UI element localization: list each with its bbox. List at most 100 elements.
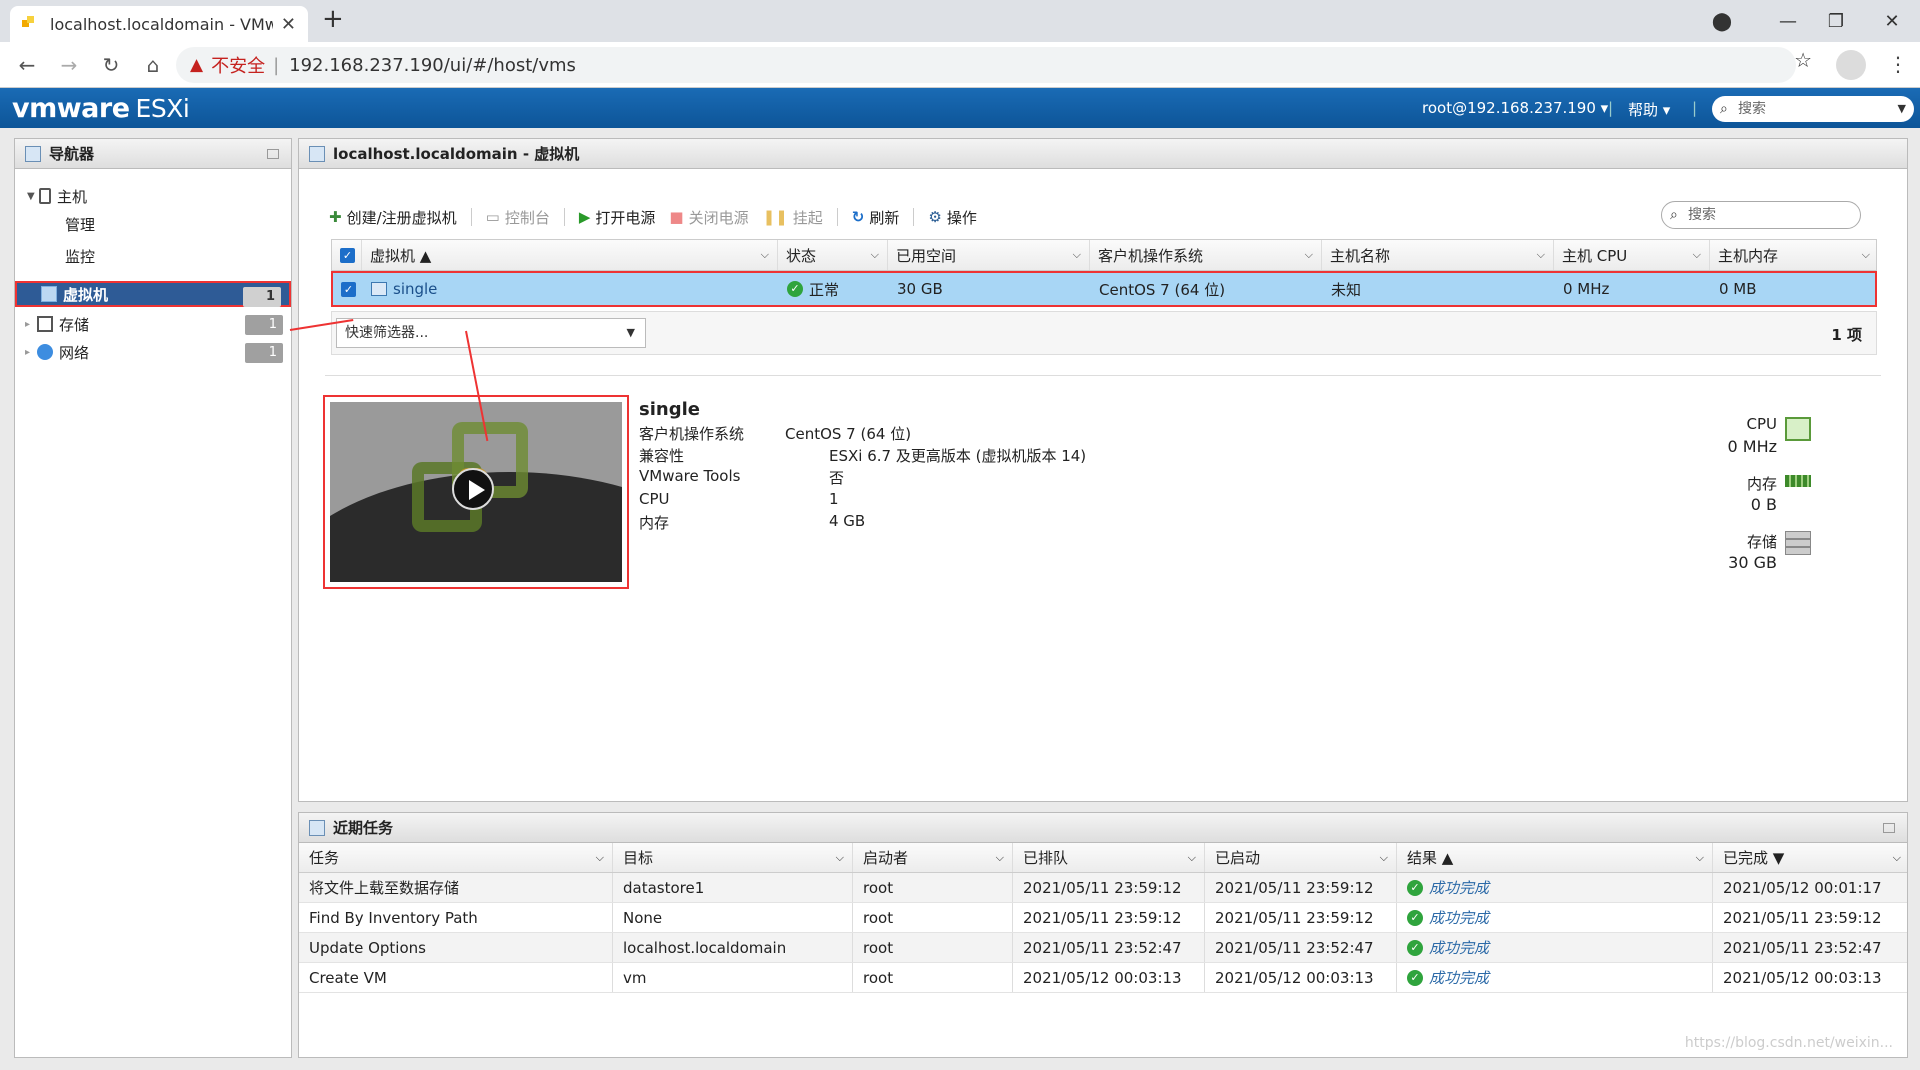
row-checkbox[interactable]: ✓ <box>333 273 363 305</box>
column-header-initiator[interactable]: 启动者 ⌵ <box>853 843 1013 872</box>
toolbar-separator <box>913 208 915 226</box>
task-queued: 2021/05/11 23:59:12 <box>1013 873 1205 902</box>
url-field[interactable]: ▲ 不安全 | 192.168.237.190/ui/#/host/vms <box>176 47 1796 83</box>
chevron-down-icon[interactable]: ⌵ <box>1693 248 1701 262</box>
chevron-down-icon[interactable]: ⌵ <box>596 851 604 865</box>
expand-triangle-icon[interactable]: ▼ <box>27 191 39 202</box>
nav-item-host[interactable]: ▼ 主机 <box>15 183 291 209</box>
suspend-button[interactable]: ❚❚ 挂起 <box>763 207 823 228</box>
column-header-host-mem[interactable]: 主机内存 ⌵ <box>1710 240 1878 270</box>
nav-item-storage[interactable]: ▸ 存储 1 <box>15 311 291 337</box>
actions-button[interactable]: ⚙ 操作 <box>928 207 976 228</box>
collapse-panel-icon[interactable] <box>1883 823 1895 833</box>
cell-guest-os: CentOS 7 (64 位) <box>1099 280 1226 299</box>
task-initiator: root <box>853 933 1013 962</box>
chevron-down-icon[interactable]: ▼ <box>627 319 635 347</box>
vm-name-link[interactable]: single <box>393 280 437 298</box>
column-header-guest-os[interactable]: 客户机操作系统 ⌵ <box>1090 240 1322 270</box>
select-all-checkbox[interactable]: ✓ <box>332 240 362 270</box>
browser-tab[interactable]: localhost.localdomain - VMware ✕ <box>10 6 308 42</box>
power-off-button[interactable]: ■ 关闭电源 <box>669 207 748 228</box>
column-header-task[interactable]: 任务 ⌵ <box>299 843 613 872</box>
back-icon[interactable]: ← <box>6 53 48 77</box>
table-row[interactable]: ✓ single ✓ 正常 30 GB CentOS 7 (64 位) 未知 0 … <box>331 271 1877 307</box>
nav-item-vms[interactable]: 虚拟机 1 <box>15 281 291 307</box>
create-vm-button[interactable]: ✚ 创建/注册虚拟机 <box>329 207 457 228</box>
memory-module-icon <box>1785 475 1811 487</box>
play-icon[interactable] <box>452 468 494 510</box>
maximize-icon[interactable]: ❐ <box>1808 0 1864 42</box>
vm-search-input[interactable]: ⌕ 搜索 <box>1661 201 1861 229</box>
vm-panel-icon <box>309 145 325 162</box>
quick-filter-select[interactable]: 快速筛选器... ▼ <box>336 318 646 348</box>
vm-console-thumbnail[interactable] <box>323 395 629 589</box>
forward-icon[interactable]: → <box>48 53 90 77</box>
cell-vm-name[interactable]: single <box>363 273 779 305</box>
chevron-down-icon[interactable]: ⌵ <box>871 248 879 262</box>
chevron-down-icon[interactable]: ⌵ <box>1073 248 1081 262</box>
console-icon: ▭ <box>485 208 500 226</box>
chevron-down-icon[interactable]: ⌵ <box>1305 248 1313 262</box>
profile-dropdown-icon[interactable]: ⬤ <box>1694 0 1750 42</box>
task-row[interactable]: 将文件上载至数据存储 datastore1 root 2021/05/11 23… <box>299 873 1907 903</box>
vm-detail-name: single <box>639 399 700 420</box>
task-result-text: 成功完成 <box>1429 879 1490 897</box>
chevron-down-icon[interactable]: ⌵ <box>1696 851 1704 865</box>
window-close-icon[interactable]: ✕ <box>1864 0 1920 42</box>
nav-item-network[interactable]: ▸ 网络 1 <box>15 339 291 365</box>
nav-item-manage[interactable]: 管理 <box>15 211 291 237</box>
expand-triangle-icon[interactable]: ▸ <box>25 347 37 358</box>
column-result-label: 结果 ▲ <box>1407 849 1454 867</box>
chevron-down-icon[interactable]: ⌵ <box>996 851 1004 865</box>
reload-icon[interactable]: ↻ <box>90 53 132 77</box>
avatar[interactable] <box>1836 50 1866 80</box>
chevron-down-icon[interactable]: ⌵ <box>1893 851 1901 865</box>
task-target: vm <box>613 963 853 992</box>
column-header-completed[interactable]: 已完成 ▼ ⌵ <box>1713 843 1909 872</box>
browser-menu-icon[interactable]: ⋮ <box>1888 52 1908 76</box>
nav-item-monitor[interactable]: 监控 <box>15 243 291 269</box>
column-header-started[interactable]: 已启动 ⌵ <box>1205 843 1397 872</box>
header-search-input[interactable]: ⌕ 搜索 ▼ <box>1712 96 1914 122</box>
user-menu[interactable]: root@192.168.237.190 ▾ <box>1422 99 1608 117</box>
task-target: None <box>613 903 853 932</box>
chevron-down-icon[interactable]: ⌵ <box>1537 248 1545 262</box>
expand-triangle-icon[interactable]: ▸ <box>25 319 37 330</box>
tab-close-icon[interactable]: ✕ <box>281 14 296 35</box>
chevron-down-icon[interactable]: ⌵ <box>836 851 844 865</box>
power-on-label: 打开电源 <box>595 208 656 227</box>
chevron-down-icon[interactable]: ⌵ <box>1862 248 1870 262</box>
logo-brand: vmware <box>12 93 130 124</box>
url-text: 192.168.237.190/ui/#/host/vms <box>289 54 576 76</box>
chevron-down-icon[interactable]: ▼ <box>1898 96 1906 122</box>
create-vm-label: 创建/注册虚拟机 <box>346 208 457 227</box>
column-header-status[interactable]: 状态 ⌵ <box>778 240 888 270</box>
refresh-button[interactable]: ↻ 刷新 <box>852 207 900 228</box>
task-row[interactable]: Find By Inventory Path None root 2021/05… <box>299 903 1907 933</box>
home-icon[interactable]: ⌂ <box>132 53 174 77</box>
console-button[interactable]: ▭ 控制台 <box>486 207 550 228</box>
column-header-queued[interactable]: 已排队 ⌵ <box>1013 843 1205 872</box>
new-tab-icon[interactable]: + <box>322 4 344 34</box>
task-row[interactable]: Create VM vm root 2021/05/12 00:03:13 20… <box>299 963 1907 993</box>
chevron-down-icon[interactable]: ⌵ <box>1380 851 1388 865</box>
chevron-down-icon[interactable]: ⌵ <box>1188 851 1196 865</box>
column-header-used-space[interactable]: 已用空间 ⌵ <box>888 240 1090 270</box>
task-result: ✓ 成功完成 <box>1397 963 1713 992</box>
task-target: localhost.localdomain <box>613 933 853 962</box>
chevron-down-icon[interactable]: ⌵ <box>761 248 769 262</box>
column-header-vm[interactable]: 虚拟机 ▲ ⌵ <box>362 240 778 270</box>
column-queued-label: 已排队 <box>1023 849 1069 867</box>
help-menu[interactable]: 帮助 ▾ <box>1628 99 1670 120</box>
task-row[interactable]: Update Options localhost.localdomain roo… <box>299 933 1907 963</box>
column-header-hostname[interactable]: 主机名称 ⌵ <box>1322 240 1554 270</box>
bookmark-star-icon[interactable]: ☆ <box>1794 48 1812 72</box>
column-header-host-cpu[interactable]: 主机 CPU ⌵ <box>1554 240 1710 270</box>
column-header-target[interactable]: 目标 ⌵ <box>613 843 853 872</box>
prop-cpu-label: CPU <box>639 490 670 508</box>
collapse-panel-icon[interactable] <box>267 149 279 159</box>
header-search-placeholder: 搜索 <box>1738 101 1766 117</box>
insecure-label[interactable]: 不安全 <box>211 52 265 78</box>
power-on-button[interactable]: ▶ 打开电源 <box>579 207 656 228</box>
column-header-result[interactable]: 结果 ▲ ⌵ <box>1397 843 1713 872</box>
